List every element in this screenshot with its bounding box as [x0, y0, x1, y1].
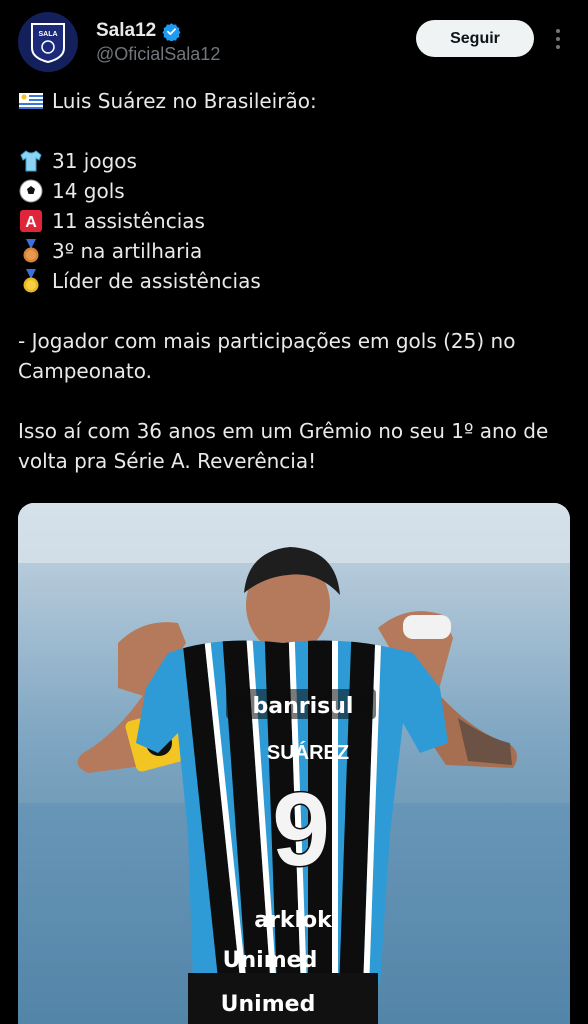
- shorts-sponsor: Unimed: [221, 992, 316, 1017]
- paragraph-line: Campeonato.: [18, 359, 152, 383]
- tweet-text: Luis Suárez no Brasileirão: 31 jogos 14 …: [18, 86, 574, 476]
- jersey-number: 9: [272, 772, 330, 888]
- a-button-emoji-icon: A: [20, 210, 42, 232]
- stat-text: 11 assistências: [52, 209, 205, 233]
- stat-line: 14 gols: [18, 176, 574, 206]
- jersey-name: SUÁREZ: [267, 741, 349, 764]
- headline-line: Luis Suárez no Brasileirão:: [18, 86, 574, 116]
- svg-text:A: A: [25, 214, 37, 231]
- tweet-header: SALA Sala12 @OficialSala12 Seguir: [0, 0, 588, 80]
- photo-player-jersey: banrisul SUÁREZ 9 arklok Unimed Unimed: [18, 503, 570, 1024]
- stat-text: Líder de assistências: [52, 269, 261, 293]
- name-row: Sala12: [96, 20, 181, 42]
- display-name[interactable]: Sala12: [96, 20, 156, 42]
- stat-line: A 11 assistências: [18, 206, 574, 236]
- gold-medal-emoji-icon: [23, 269, 39, 293]
- stat-line: 3º na artilharia: [18, 236, 574, 266]
- jersey-sponsor: banrisul: [253, 694, 354, 719]
- uruguay-flag-icon: [19, 93, 43, 109]
- avatar-text: SALA: [38, 31, 57, 38]
- handle[interactable]: @OficialSala12: [96, 44, 220, 65]
- verified-badge-icon[interactable]: [162, 22, 181, 41]
- stat-line: Líder de assistências: [18, 266, 574, 296]
- headline-text: Luis Suárez no Brasileirão:: [52, 89, 317, 113]
- stat-text: 14 gols: [52, 179, 125, 203]
- avatar[interactable]: SALA: [18, 12, 78, 72]
- tweet-photo[interactable]: banrisul SUÁREZ 9 arklok Unimed Unimed: [18, 503, 570, 1024]
- soccer-ball-emoji-icon: [19, 179, 43, 203]
- shirt-emoji-icon: [20, 150, 42, 172]
- paragraph-line: Isso aí com 36 anos em um Grêmio no seu …: [18, 419, 549, 443]
- paragraph-line: - Jogador com mais participações em gols…: [18, 329, 516, 353]
- paragraph-line: volta pra Série A. Reverência!: [18, 449, 317, 473]
- stat-text: 31 jogos: [52, 149, 137, 173]
- stat-line: 31 jogos: [18, 146, 574, 176]
- sala12-logo: SALA: [31, 23, 65, 64]
- jersey-sponsor-2: arklok: [254, 908, 333, 933]
- tweet: SALA Sala12 @OficialSala12 Seguir Luis S…: [0, 0, 588, 1024]
- follow-button[interactable]: Seguir: [416, 20, 534, 57]
- jersey-sponsor-3: Unimed: [223, 948, 318, 973]
- stat-text: 3º na artilharia: [52, 239, 203, 263]
- more-options-icon[interactable]: [548, 24, 568, 54]
- bronze-medal-emoji-icon: [23, 239, 39, 263]
